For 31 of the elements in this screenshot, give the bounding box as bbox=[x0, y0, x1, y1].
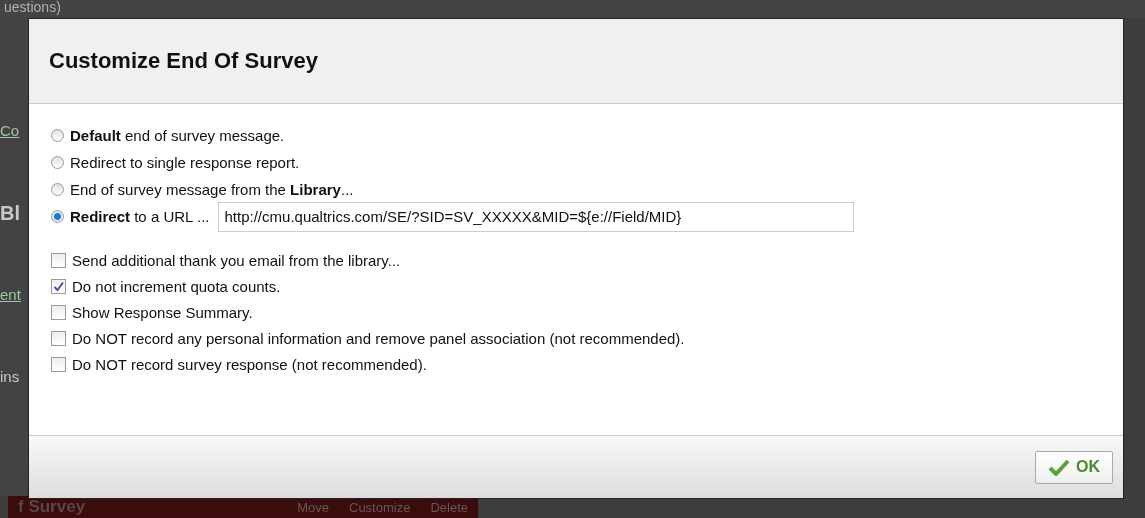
option-label: Send additional thank you email from the library... bbox=[72, 251, 401, 269]
radio-button[interactable] bbox=[51, 183, 64, 196]
block-action[interactable]: Customize bbox=[349, 499, 411, 515]
checkbox[interactable] bbox=[51, 304, 66, 320]
ok-button[interactable]: OK bbox=[1035, 450, 1113, 484]
checkbox[interactable] bbox=[51, 330, 66, 346]
section-heading: uestions) bbox=[0, 0, 1145, 18]
radio-button[interactable] bbox=[51, 210, 64, 223]
option-label: Default end of survey message. bbox=[70, 127, 285, 144]
checkbox[interactable] bbox=[51, 356, 66, 372]
option-label: Redirect to a URL ... bbox=[70, 208, 210, 225]
option-label: End of survey message from the Library... bbox=[70, 181, 354, 198]
radio-button[interactable] bbox=[51, 156, 64, 169]
checkbox[interactable] bbox=[51, 252, 66, 268]
checkbox[interactable] bbox=[51, 278, 66, 294]
url-field[interactable]: http://cmu.qualtrics.com/SE/?SID=SV_XXXXX&MID=${e://Field/MID} bbox=[217, 201, 854, 232]
text: ins bbox=[0, 368, 20, 385]
link[interactable]: Co bbox=[0, 122, 20, 139]
checkmark-icon bbox=[1048, 458, 1070, 476]
dialog-title: Customize End Of Survey bbox=[49, 48, 318, 74]
option-label: Show Response Summary. bbox=[72, 303, 253, 321]
option-label: Do not increment quota counts. bbox=[72, 277, 281, 295]
block-title: f Survey bbox=[18, 497, 86, 517]
radio-button[interactable] bbox=[51, 129, 64, 142]
block-action[interactable]: Move bbox=[297, 499, 329, 515]
link[interactable]: ent bbox=[0, 286, 21, 303]
block-heading: Bl bbox=[0, 204, 20, 224]
block-action[interactable]: Delete bbox=[430, 499, 468, 515]
option-label: Redirect to single response report. bbox=[70, 154, 300, 171]
option-label: Do NOT record survey response (not recommended). bbox=[72, 355, 427, 373]
option-label: Do NOT record any personal information and remove panel association (not recommended). bbox=[72, 329, 685, 347]
